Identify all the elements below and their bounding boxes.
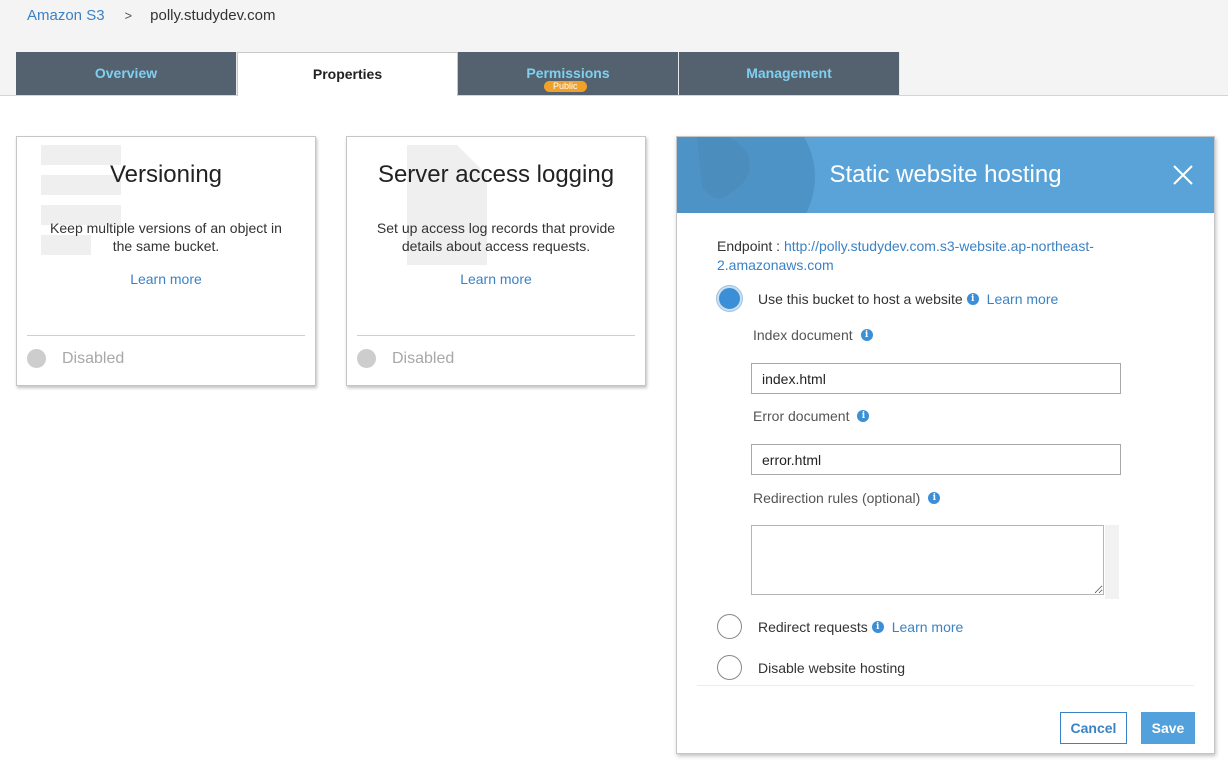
logging-status-label: Disabled bbox=[392, 349, 455, 367]
logging-description: Set up access log records that provide d… bbox=[376, 220, 616, 254]
redirection-rules-textarea[interactable] bbox=[751, 525, 1104, 595]
versioning-status-label: Disabled bbox=[62, 349, 125, 367]
breadcrumb-separator: > bbox=[124, 8, 133, 23]
breadcrumb: Amazon S3 > polly.studydev.com bbox=[27, 7, 275, 24]
tab-permissions[interactable]: Permissions Public bbox=[458, 52, 679, 95]
info-icon[interactable]: i bbox=[871, 620, 884, 633]
endpoint-label: Endpoint : bbox=[717, 238, 784, 254]
host-website-radio[interactable] bbox=[717, 286, 742, 311]
tab-permissions-label: Permissions bbox=[526, 64, 610, 81]
textarea-scroll-gutter bbox=[1105, 525, 1119, 599]
logging-learn-more-link[interactable]: Learn more bbox=[460, 271, 532, 287]
versioning-status: Disabled bbox=[27, 349, 124, 368]
breadcrumb-current-bucket: polly.studydev.com bbox=[150, 7, 276, 24]
logging-divider bbox=[357, 335, 635, 336]
disable-hosting-label: Disable website hosting bbox=[758, 659, 906, 676]
status-dot-icon bbox=[27, 349, 46, 368]
versioning-card[interactable]: Versioning Keep multiple versions of an … bbox=[16, 136, 316, 386]
index-document-input[interactable] bbox=[751, 363, 1121, 394]
save-button[interactable]: Save bbox=[1141, 712, 1195, 744]
versioning-description: Keep multiple versions of an object in t… bbox=[50, 220, 282, 254]
redirection-rules-label: Redirection rules (optional) i bbox=[753, 490, 941, 506]
panel-title: Static website hosting bbox=[829, 161, 1062, 188]
option-host-website[interactable]: Use this bucket to host a website i Lear… bbox=[717, 286, 1058, 311]
index-document-label-text: Index document bbox=[753, 327, 853, 343]
tab-overview-label: Overview bbox=[94, 64, 158, 81]
status-dot-icon bbox=[357, 349, 376, 368]
static-website-hosting-panel: Static website hosting Endpoint : http:/… bbox=[676, 136, 1215, 754]
breadcrumb-amazon-s3-link[interactable]: Amazon S3 bbox=[27, 7, 105, 24]
info-icon[interactable]: i bbox=[928, 492, 941, 504]
info-icon[interactable]: i bbox=[860, 329, 873, 341]
redirect-requests-label: Redirect requests bbox=[758, 618, 868, 635]
tab-properties[interactable]: Properties bbox=[237, 52, 458, 96]
versioning-title: Versioning bbox=[109, 161, 223, 188]
option-redirect-requests[interactable]: Redirect requests i Learn more bbox=[717, 614, 963, 639]
logging-status: Disabled bbox=[357, 349, 454, 368]
host-website-learn-more-link[interactable]: Learn more bbox=[987, 291, 1059, 307]
error-document-input[interactable] bbox=[751, 444, 1121, 475]
panel-footer-divider bbox=[697, 685, 1194, 686]
endpoint: Endpoint : http://polly.studydev.com.s3-… bbox=[717, 237, 1137, 275]
logging-title: Server access logging bbox=[377, 161, 615, 188]
public-badge: Public bbox=[544, 81, 587, 92]
tab-bar: Overview Properties Permissions Public M… bbox=[16, 52, 900, 96]
host-website-label: Use this bucket to host a website bbox=[758, 290, 963, 307]
versioning-learn-more-link[interactable]: Learn more bbox=[130, 271, 202, 287]
info-icon[interactable]: i bbox=[857, 410, 870, 422]
close-icon[interactable] bbox=[1172, 164, 1194, 186]
disable-hosting-radio[interactable] bbox=[717, 655, 742, 680]
redirect-requests-radio[interactable] bbox=[717, 614, 742, 639]
index-document-label: Index document i bbox=[753, 327, 873, 343]
redirect-requests-learn-more-link[interactable]: Learn more bbox=[892, 619, 964, 635]
error-document-label-text: Error document bbox=[753, 408, 850, 424]
cancel-button[interactable]: Cancel bbox=[1060, 712, 1127, 744]
server-access-logging-card[interactable]: Server access logging Set up access log … bbox=[346, 136, 646, 386]
tab-management[interactable]: Management bbox=[679, 52, 900, 95]
panel-header: Static website hosting bbox=[677, 137, 1214, 213]
tab-properties-label: Properties bbox=[312, 65, 383, 82]
option-disable-hosting[interactable]: Disable website hosting bbox=[717, 655, 905, 680]
tab-management-label: Management bbox=[746, 64, 832, 81]
tab-overview[interactable]: Overview bbox=[16, 52, 237, 95]
redirection-rules-label-text: Redirection rules (optional) bbox=[753, 490, 921, 506]
versioning-divider bbox=[27, 335, 305, 336]
info-icon[interactable]: i bbox=[966, 292, 979, 305]
error-document-label: Error document i bbox=[753, 408, 870, 424]
